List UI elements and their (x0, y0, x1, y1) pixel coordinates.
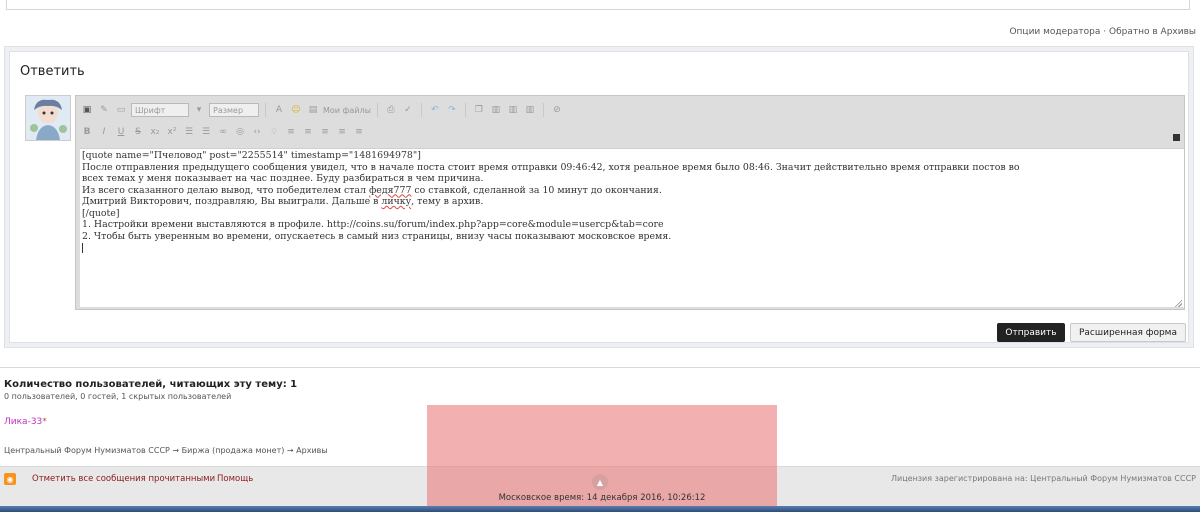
hidden-user-mark: * (42, 417, 47, 427)
align-left-icon[interactable]: ≡ (318, 125, 332, 139)
submit-button[interactable]: Отправить (997, 323, 1065, 342)
size-select[interactable]: Размер (209, 103, 259, 117)
link-separator: · (1103, 27, 1107, 37)
mark-all-read-link[interactable]: Отметить все сообщения прочитанными (32, 474, 215, 484)
italic-icon[interactable]: I (97, 125, 111, 139)
bold-icon[interactable]: B (80, 125, 94, 139)
toolbar-separator (376, 103, 378, 117)
paste-word-icon[interactable]: ▥ (523, 103, 537, 117)
code-icon[interactable]: ‹› (250, 125, 264, 139)
rss-icon[interactable]: ◉ (4, 473, 16, 485)
smiley-icon[interactable]: ☺ (289, 103, 303, 117)
text-line: 2. Чтобы быть уверенным во времени, опус… (82, 230, 672, 242)
editor-toolbar-top: ▣ ✎ ▭ Шрифт ▾ Размер A ☺ ▤ Мои файлы ⎙ ✓… (80, 100, 564, 120)
viewers-title: Количество пользователей, читающих эту т… (4, 379, 298, 390)
reply-panel: Ответить ▣ ✎ ▭ Шрифт ▾ Размер A ☺ ▤ Мои … (4, 46, 1194, 348)
remove-format-icon[interactable]: ⊘ (550, 103, 564, 117)
my-files-label[interactable]: Мои файлы (323, 106, 371, 115)
help-link[interactable]: Помощь (217, 474, 253, 484)
text-cursor (82, 242, 83, 253)
rich-text-editor: ▣ ✎ ▭ Шрифт ▾ Размер A ☺ ▤ Мои файлы ⎙ ✓… (75, 95, 1185, 310)
paste-text-icon[interactable]: ▥ (506, 103, 520, 117)
breadcrumb-item-exchange[interactable]: Биржа (продажа монет) (182, 446, 285, 455)
underline-icon[interactable]: U (114, 125, 128, 139)
toolbar-separator (420, 103, 422, 117)
toolbar-separator (464, 103, 466, 117)
subscript-icon[interactable]: x₂ (148, 125, 162, 139)
text-line: После отправления предыдущего сообщения … (82, 161, 1020, 173)
text-line: со ставкой, сделанной за 10 минут до око… (411, 184, 662, 196)
print-icon[interactable]: ⎙ (384, 103, 398, 117)
undo-icon[interactable]: ↶ (428, 103, 442, 117)
breadcrumb-arrow: → (172, 446, 180, 455)
strikethrough-icon[interactable]: S (131, 125, 145, 139)
bulleted-list-icon[interactable]: ☰ (182, 125, 196, 139)
text-line: , тему в архив. (411, 196, 484, 207)
moderator-options-link[interactable]: Опции модератора (1009, 27, 1100, 37)
expand-toolbar-icon[interactable] (1173, 134, 1180, 141)
superscript-icon[interactable]: x² (165, 125, 179, 139)
align-right-icon[interactable]: ≡ (352, 125, 366, 139)
previous-post-box (6, 0, 1190, 10)
text-line: Из всего сказанного делаю вывод, что поб… (82, 184, 369, 196)
full-form-button[interactable]: Расширенная форма (1070, 323, 1186, 342)
viewer-user-name[interactable]: Лика-33 (4, 417, 42, 427)
viewer-user-link[interactable]: Лика-33* (4, 417, 47, 427)
text-line: [quote name="Пчеловод" post="2255514" ti… (82, 150, 421, 161)
resize-handle-icon[interactable] (1174, 299, 1182, 307)
font-select[interactable]: Шрифт (131, 103, 189, 117)
spellcheck-icon[interactable]: ✓ (401, 103, 415, 117)
scroll-up-icon[interactable]: ▲ (592, 474, 608, 490)
chevron-down-icon[interactable]: ▾ (192, 103, 206, 117)
redo-icon[interactable]: ↷ (445, 103, 459, 117)
moscow-time: Московское время: 14 декабря 2016, 10:26… (498, 493, 706, 503)
toolbar-separator (542, 103, 544, 117)
text-line: [/quote] (82, 207, 120, 219)
unlink-icon[interactable]: ◎ (233, 125, 247, 139)
my-files-icon[interactable]: ▤ (306, 103, 320, 117)
outdent-icon[interactable]: ≡ (301, 125, 315, 139)
breadcrumb-item-archive[interactable]: Архивы (296, 446, 328, 455)
copy-icon[interactable]: ❐ (472, 103, 486, 117)
viewers-subtitle: 0 пользователей, 0 гостей, 1 скрытых пол… (4, 392, 232, 401)
breadcrumb-item-forum[interactable]: Центральный Форум Нумизматов СССР (4, 446, 170, 455)
breadcrumb: Центральный Форум Нумизматов СССР → Бирж… (4, 446, 328, 455)
misspelled-word: федя777 (368, 184, 412, 196)
brush-icon[interactable]: ✎ (97, 103, 111, 117)
quote-icon[interactable]: ♢ (267, 125, 281, 139)
source-icon[interactable]: ▣ (80, 103, 94, 117)
font-color-icon[interactable]: A (272, 103, 286, 117)
editor-toolbar-bottom: B I U S x₂ x² ☰ ☰ ∞ ◎ ‹› ♢ ≡ ≡ ≡ ≡ ≡ (80, 122, 366, 142)
text-line: Дмитрий Викторович, поздравляю, Вы выигр… (82, 196, 382, 207)
message-textarea[interactable]: [quote name="Пчеловод" post="2255514" ti… (80, 148, 1184, 307)
link-icon[interactable]: ∞ (216, 125, 230, 139)
section-divider (0, 367, 1200, 368)
back-to-archive-link[interactable]: Обратно в Архивы (1109, 27, 1196, 37)
paste-icon[interactable]: ▥ (489, 103, 503, 117)
moderator-links: Опции модератора · Обратно в Архивы (1009, 27, 1196, 37)
align-center-icon[interactable]: ≡ (335, 125, 349, 139)
avatar-image (26, 96, 70, 140)
indent-icon[interactable]: ≡ (284, 125, 298, 139)
text-line: всех темах у меня показывает на час позд… (82, 173, 484, 184)
os-taskbar (0, 506, 1200, 512)
toolbar-separator (265, 103, 266, 117)
breadcrumb-arrow: → (286, 446, 294, 455)
avatar (25, 95, 71, 141)
misspelled-word: личку (381, 196, 412, 207)
reply-panel-inner: Ответить ▣ ✎ ▭ Шрифт ▾ Размер A ☺ ▤ Мои … (9, 51, 1189, 343)
text-line: 1. Настройки времени выставляются в проф… (82, 219, 664, 230)
license-text: Лицензия зарегистрирована на: Центральны… (890, 474, 1196, 483)
reply-title: Ответить (20, 64, 85, 79)
numbered-list-icon[interactable]: ☰ (199, 125, 213, 139)
image-icon[interactable]: ▭ (114, 103, 128, 117)
